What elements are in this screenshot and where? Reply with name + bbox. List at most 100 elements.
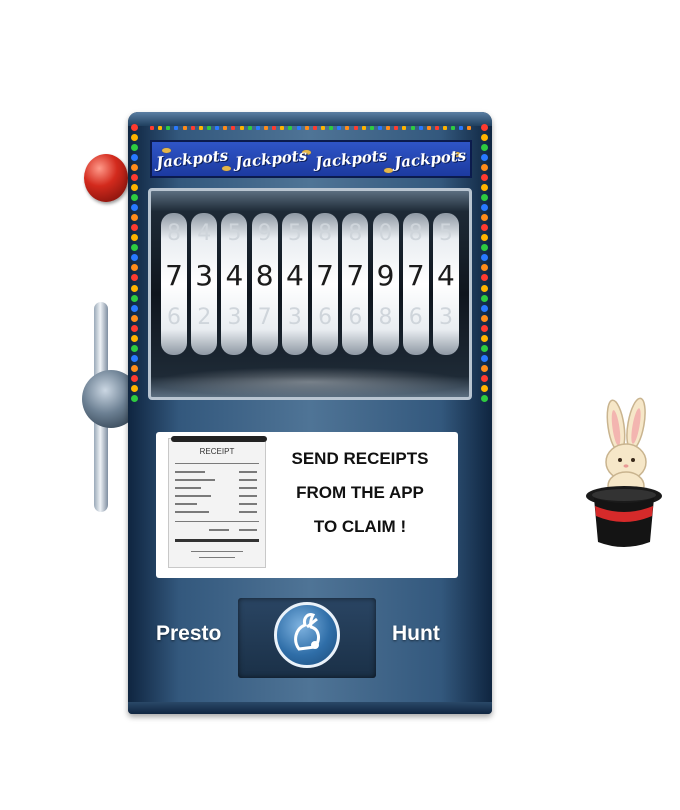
marquee-bulb [131, 164, 138, 172]
marquee-bulb [481, 354, 488, 362]
cabinet-base [128, 702, 492, 714]
banner-word: Jackpots [234, 146, 309, 172]
marquee-bulb [131, 244, 138, 252]
reel-digit: 7 [346, 259, 365, 292]
marquee-bulb [223, 126, 228, 130]
marquee-bulb [481, 264, 488, 272]
marquee-bulb [320, 126, 325, 130]
reel-digit: 4 [437, 259, 455, 292]
marquee-bulb [329, 126, 334, 130]
marquee-bulb [426, 126, 431, 130]
reel-digit-below: 6 [318, 305, 333, 330]
marquee-bulb [131, 184, 138, 192]
marquee-bulb [263, 126, 268, 130]
marquee-bulb [131, 194, 138, 202]
marquee-bulb [280, 126, 285, 130]
marquee-bulb [467, 126, 472, 130]
claim-line-3: TO CLAIM ! [313, 517, 407, 536]
claim-line-1: SEND RECEIPTS [291, 449, 429, 468]
marquee-bulb [481, 334, 488, 342]
marquee-bulb [481, 274, 488, 282]
marquee-bulb [451, 126, 456, 130]
reel-digit: 9 [376, 259, 395, 292]
marquee-bulb [481, 394, 488, 402]
rabbit-in-hat-icon [584, 396, 664, 552]
reel-digit-above: 8 [318, 221, 333, 246]
reel-8: 0 9 8 [372, 213, 399, 355]
banner-word: Jackpots [313, 146, 388, 172]
marquee-bulb [131, 294, 138, 302]
marquee-bulb [481, 204, 488, 212]
marquee-bulb [131, 394, 138, 402]
marquee-bulb [239, 126, 244, 130]
reel-digit-below: 8 [378, 305, 393, 330]
marquee-bulb [131, 304, 138, 312]
reel-digit-above: 5 [438, 221, 453, 246]
marquee-bulb [418, 126, 423, 130]
reel-digit: 8 [255, 259, 274, 292]
reel-digit: 4 [285, 259, 304, 292]
marquee-bulb [247, 126, 252, 130]
marquee-bulb [434, 126, 439, 130]
reel-digit: 3 [195, 259, 214, 292]
logo-slot [238, 598, 376, 678]
claim-message: SEND RECEIPTS FROM THE APP TO CLAIM ! [266, 442, 454, 544]
marquee-bulb [481, 294, 488, 302]
reel-5: 5 4 3 [281, 213, 308, 355]
receipt-icon: RECEIPT [168, 436, 267, 568]
marquee-bulb [131, 214, 138, 222]
marquee-bulb [481, 194, 488, 202]
marquee-bulb [131, 314, 138, 322]
reel-4: 9 8 7 [251, 213, 278, 355]
banner-word: Jackpots [393, 146, 468, 172]
marquee-bulb [459, 126, 464, 130]
marquee-bulb [150, 126, 154, 130]
reel-digit-below: 3 [227, 305, 242, 330]
reel-digit-below: 6 [408, 305, 423, 330]
marquee-bulb [394, 126, 399, 130]
brand-left-text: Presto [156, 622, 222, 645]
marquee-bulb [353, 126, 358, 130]
marquee-bulb [255, 126, 260, 130]
marquee-bulb [481, 224, 488, 232]
marquee-bulb [296, 126, 301, 130]
marquee-bulb [481, 124, 488, 131]
reel-digit-above: 8 [408, 221, 423, 246]
rabbit-circle-logo-icon [274, 602, 340, 668]
marquee-bulb [166, 126, 171, 130]
marquee-bulb [481, 164, 488, 172]
reel-digit-below: 3 [287, 305, 302, 330]
reel-digit: 7 [316, 259, 334, 292]
reel-digit-above: 5 [227, 221, 242, 246]
reel-digit-below: 2 [197, 305, 212, 330]
reel-digit: 7 [165, 259, 183, 292]
reel-digit-below: 6 [167, 305, 181, 330]
marquee-bulb [481, 304, 488, 312]
marquee-bulb [131, 334, 138, 342]
lever-knob[interactable] [84, 154, 128, 202]
marquee-bulb [131, 324, 138, 332]
marquee-bulb [481, 364, 488, 372]
marquee-bulb [131, 374, 138, 382]
marquee-bulb [369, 126, 374, 130]
receipt-title: RECEIPT [199, 447, 235, 456]
marquee-bulb [272, 126, 277, 130]
jackpots-banner: Jackpots Jackpots Jackpots Jackpots [150, 140, 472, 178]
reel-2: 4 3 2 [191, 213, 218, 355]
marquee-bulb [174, 126, 179, 130]
reel-reflection [151, 367, 469, 397]
marquee-bulb [481, 214, 488, 222]
marquee-bulb [131, 384, 138, 392]
marquee-bulb [231, 126, 236, 130]
reel-1: 8 7 6 [161, 213, 187, 355]
reels: 8 7 6 4 3 2 5 4 3 9 8 7 5 4 3 8 7 6 8 7 … [161, 213, 459, 355]
marquee-bulb [337, 126, 342, 130]
marquee-bulb [410, 126, 415, 130]
marquee-bulb [131, 224, 138, 232]
light-strip-right [481, 124, 489, 402]
marquee-bulb [131, 364, 138, 372]
marquee-bulb [131, 144, 138, 152]
cabinet: Jackpots Jackpots Jackpots Jackpots 8 7 … [128, 112, 492, 714]
marquee-bulb [215, 126, 220, 130]
marquee-bulb [131, 154, 138, 162]
